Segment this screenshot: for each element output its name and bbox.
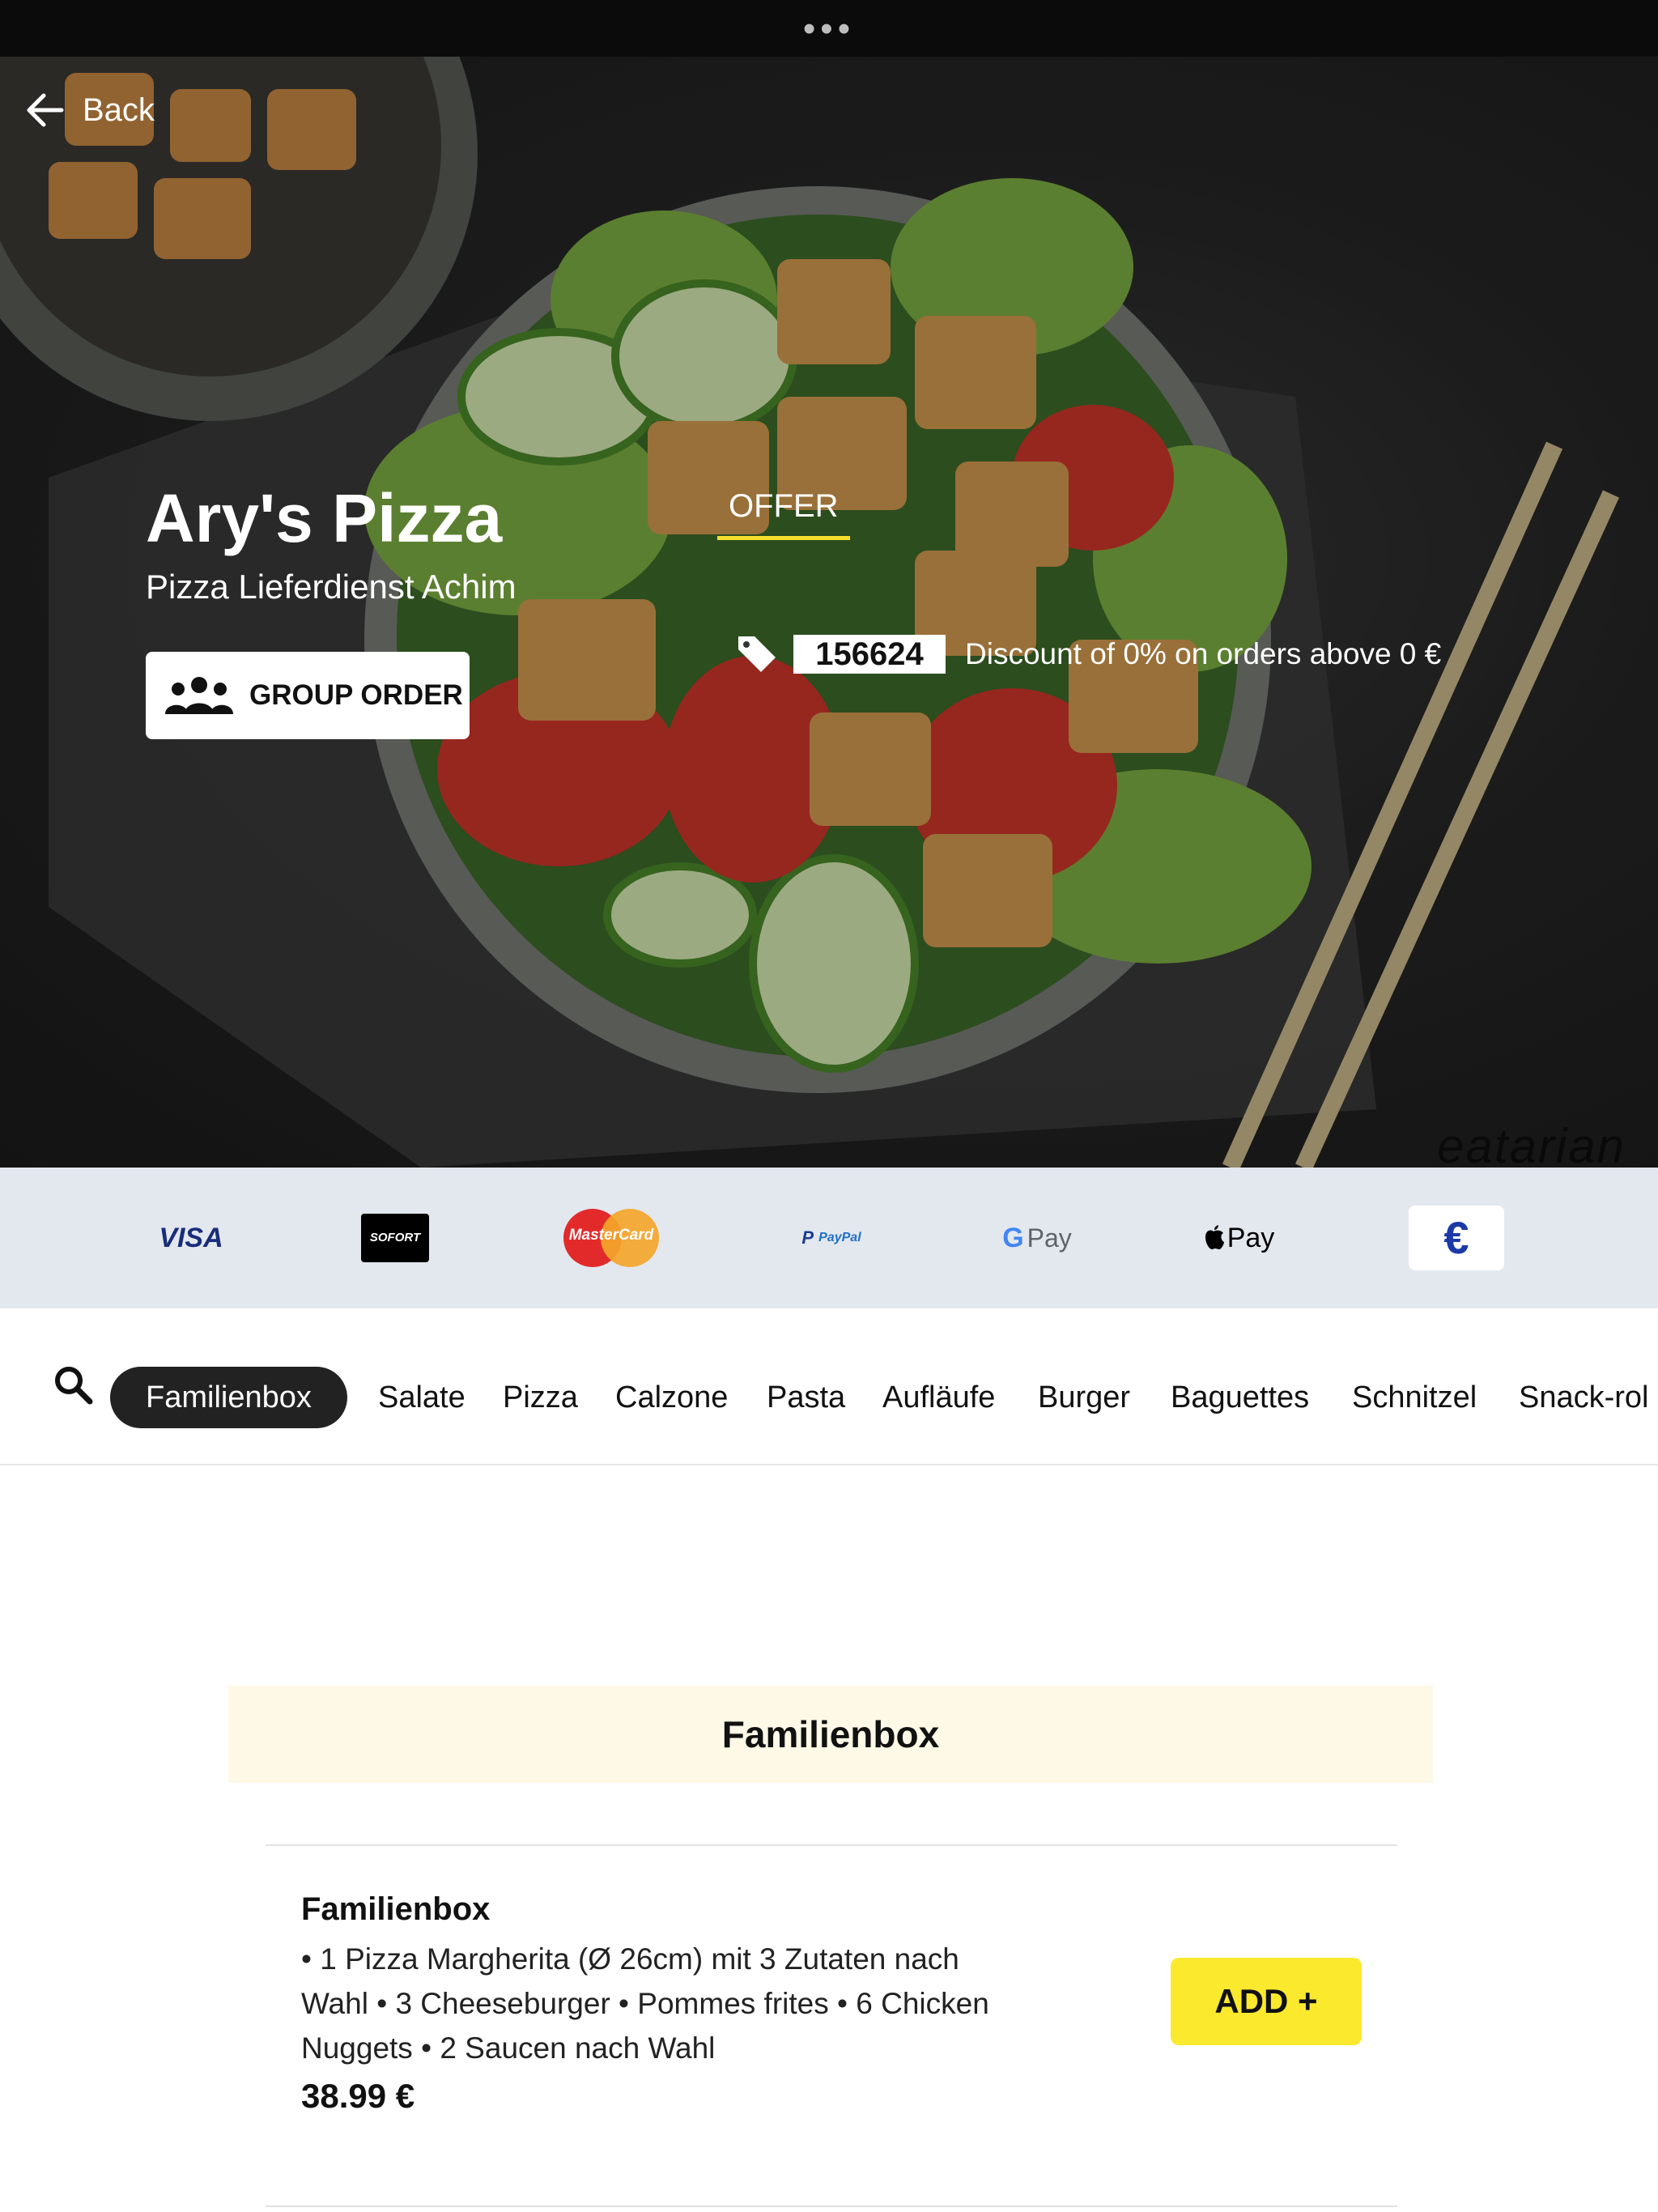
group-icon [165,677,233,714]
restaurant-subtitle: Pizza Lieferdienst Achim [146,568,517,606]
category-tab-schnitzel[interactable]: Schnitzel [1352,1378,1477,1417]
restaurant-name: Ary's Pizza [146,480,503,556]
search-icon[interactable] [52,1363,94,1406]
add-to-cart-button[interactable]: ADD + [1171,1958,1362,2045]
category-tab-baguettes[interactable]: Baguettes [1171,1378,1309,1417]
hero-overlay [0,57,1658,1168]
back-button[interactable]: Back [26,91,155,130]
category-tab-auflaeufe[interactable]: Aufläufe [882,1378,995,1417]
category-tab-calzone[interactable]: Calzone [615,1378,728,1417]
back-label: Back [83,91,155,128]
item-description: • 1 Pizza Margherita (Ø 26cm) mit 3 Zuta… [301,1942,989,2065]
item-name: Familienbox [301,1891,491,1927]
top-bar: ••• [0,0,1658,57]
group-order-button[interactable]: GROUP ORDER [146,652,470,739]
offer-underline [717,536,850,540]
offer-title: OFFER [729,488,839,524]
mastercard-logo: MasterCard [563,1168,659,1308]
divider [266,1844,1397,1846]
item-price: 38.99 € [301,2077,415,2115]
hero-banner: Back Ary's Pizza Pizza Lieferdienst Achi… [0,57,1658,1168]
sofort-logo: SOFORT [361,1168,429,1308]
category-tab-pizza[interactable]: Pizza [503,1378,578,1417]
group-order-label: GROUP ORDER [249,679,463,711]
category-tab-salate[interactable]: Salate [378,1378,466,1417]
payment-methods-bar: VISA SOFORT MasterCard P PayPal G Pay Pa… [0,1168,1658,1308]
offer-code[interactable]: 156624 [793,635,946,674]
category-tab-burger[interactable]: Burger [1038,1378,1130,1417]
category-nav: Familienbox Salate Pizza Calzone Pasta A… [0,1308,1658,1465]
google-pay-logo: G Pay [1002,1222,1072,1253]
apple-icon [1205,1225,1224,1249]
section-title: Familienbox [228,1686,1433,1783]
more-dots-icon[interactable]: ••• [0,11,1658,47]
photo-watermark: eatarian [1437,1119,1626,1168]
category-tab-familienbox[interactable]: Familienbox [110,1367,347,1428]
category-tab-snack-rolls[interactable]: Snack-rol [1519,1378,1649,1417]
divider [266,2206,1397,2207]
arrow-left-icon [27,93,64,127]
visa-logo: VISA [159,1222,223,1253]
cash-euro-logo: € [1409,1168,1504,1308]
offer-description: Discount of 0% on orders above 0 € [965,637,1442,670]
paypal-logo: P PayPal [801,1227,861,1248]
apple-pay-logo: Pay [1198,1168,1279,1308]
category-tab-pasta[interactable]: Pasta [767,1378,845,1417]
tag-icon [738,636,776,672]
